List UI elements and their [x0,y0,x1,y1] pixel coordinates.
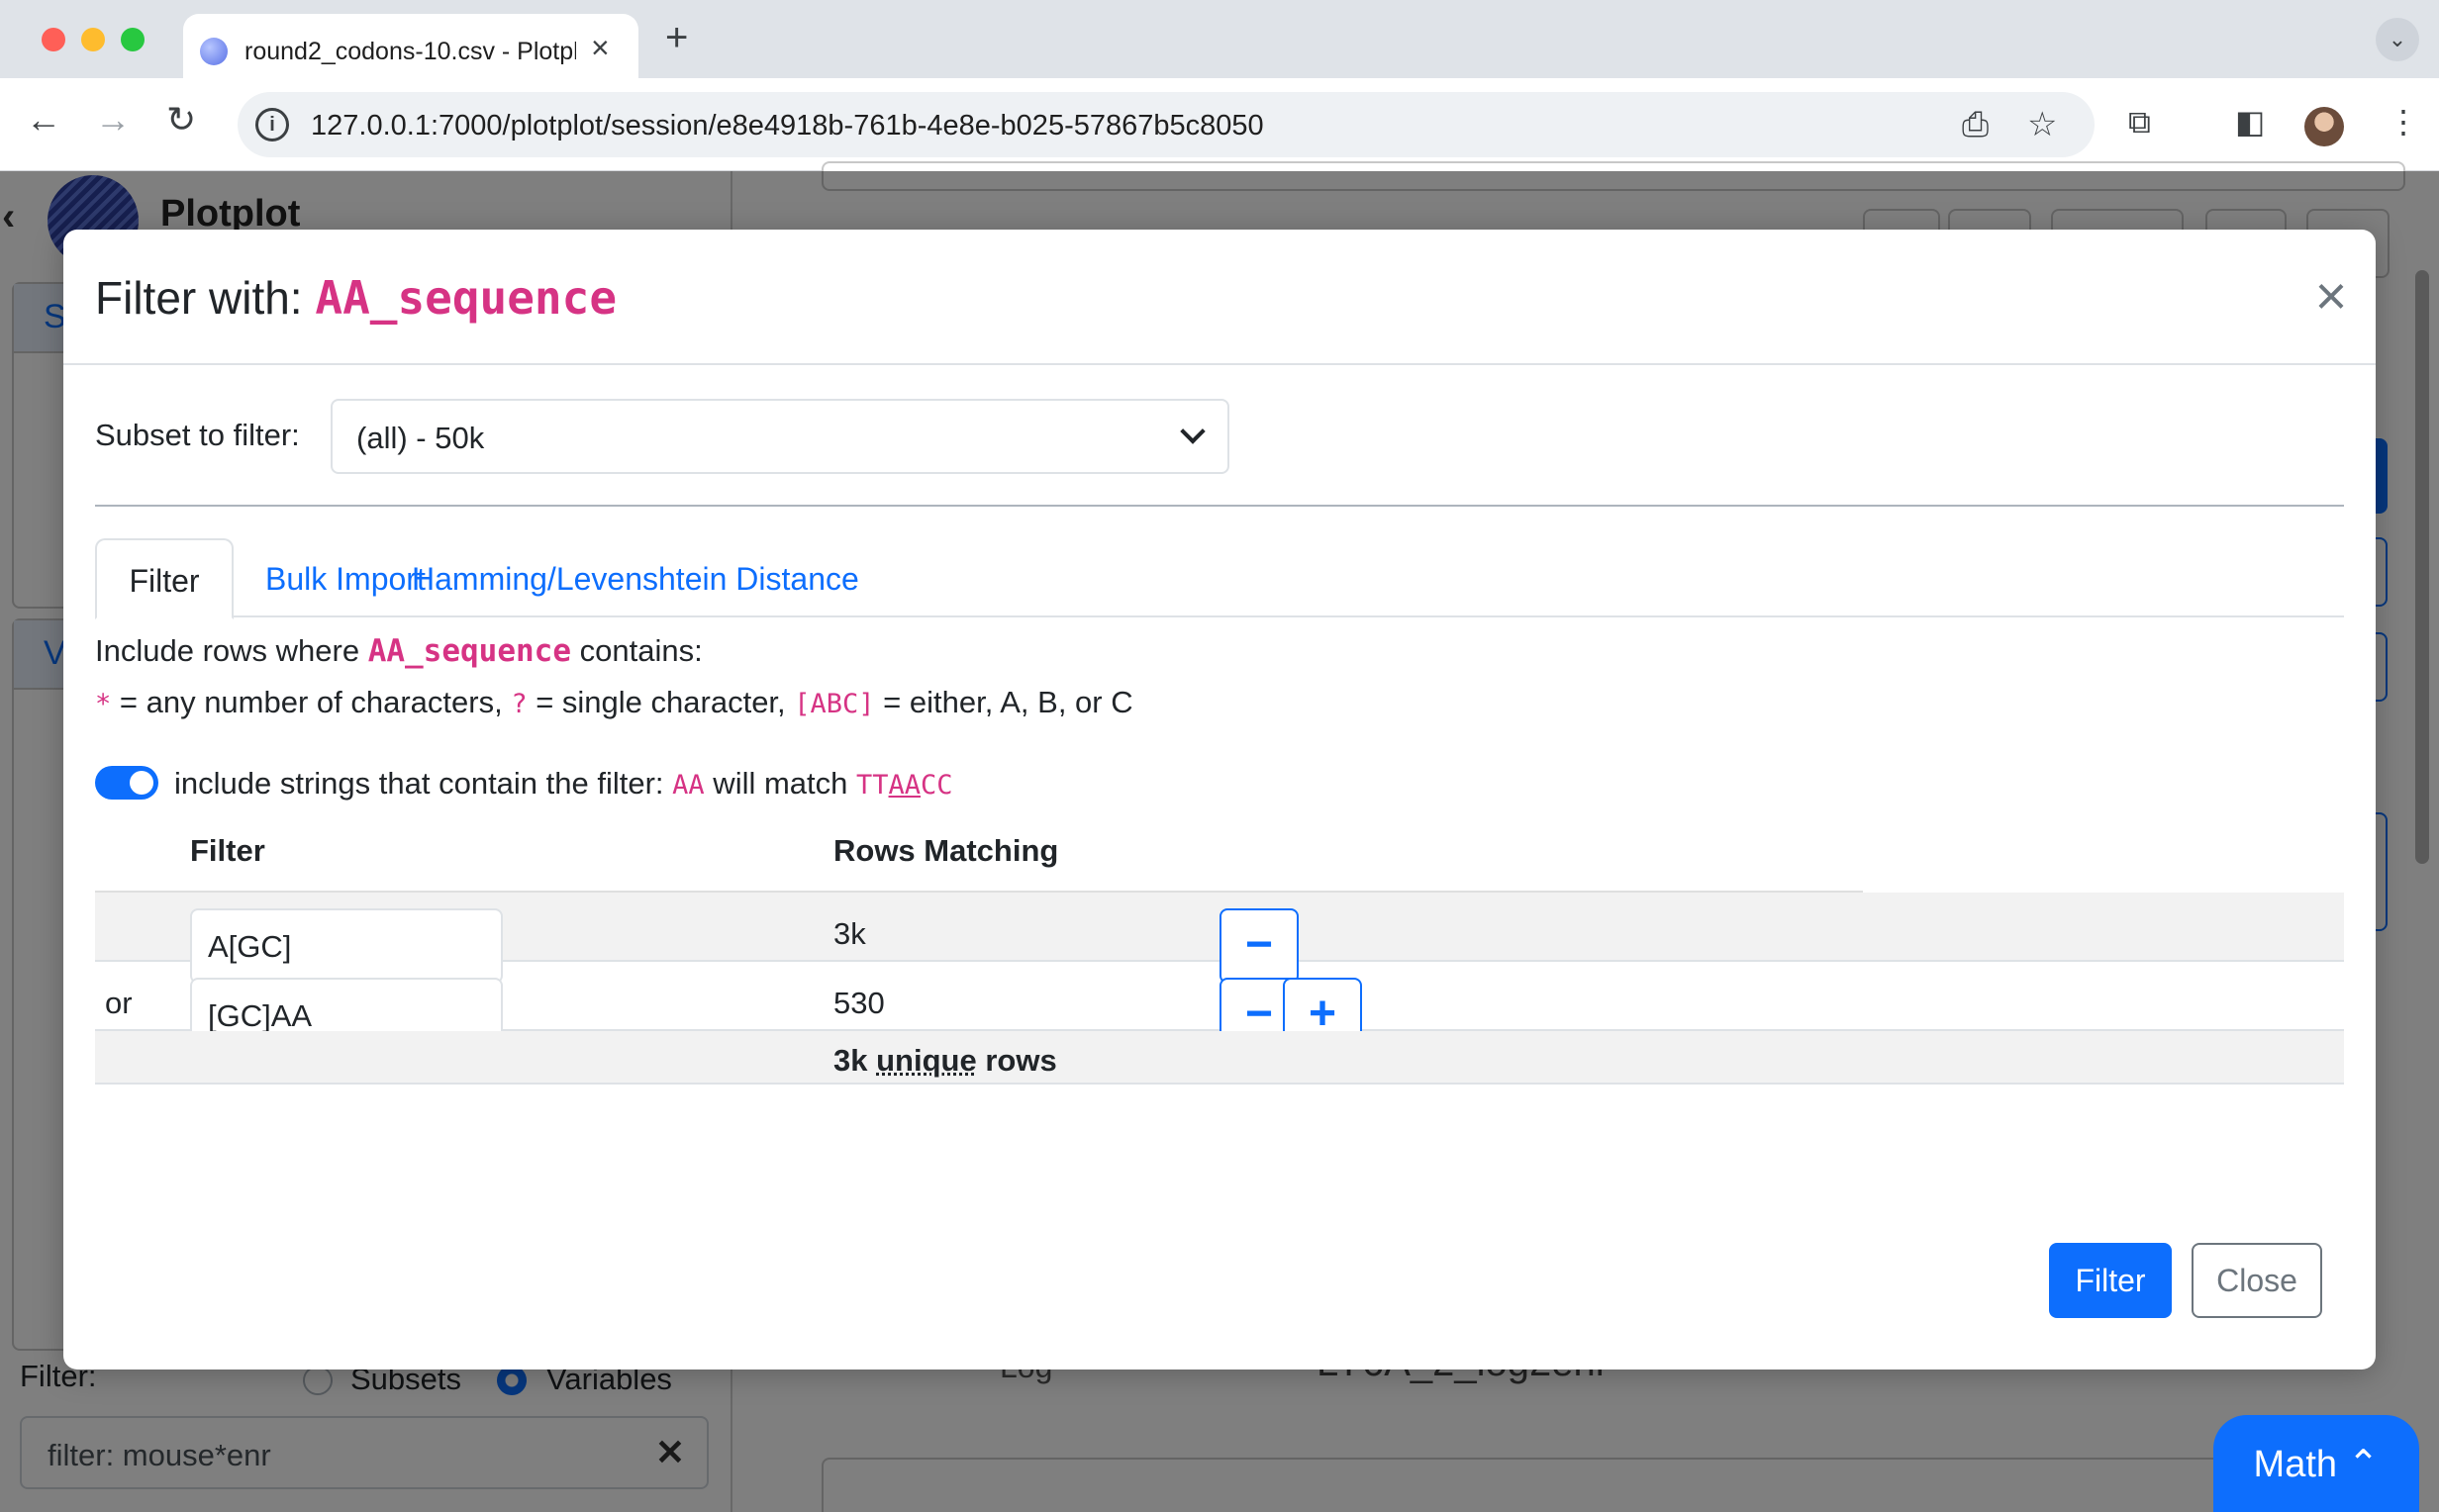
window-close-button[interactable] [42,28,65,51]
unique-rows-total: 3k unique rows [833,1043,1057,1079]
address-bar-url[interactable]: 127.0.0.1:7000/plotplot/session/e8e4918b… [311,110,1264,142]
bookmark-star-icon[interactable]: ☆ [2027,106,2057,143]
wildcard-set: [ABC] [794,689,875,719]
modal-title: Filter with: AA_sequence [95,271,617,325]
filter-input-value: [GC]AA [208,998,313,1033]
apply-filter-button[interactable]: Filter [2049,1243,2172,1318]
profile-avatar[interactable] [2304,107,2344,146]
toggle-knob [130,771,153,795]
wildcard-question-text: = single character, [527,685,795,719]
filter-tabs: Filter Bulk Import Hamming/Levenshtein D… [95,538,2344,619]
substring-toggle[interactable] [95,766,158,800]
browser-tab[interactable]: round2_codons-10.csv - Plotplot × [183,14,638,79]
subset-select[interactable]: (all) - 50k [331,399,1229,474]
filter-input-value: A[GC] [208,929,292,964]
browser-menu-icon[interactable]: ⋮ [2388,102,2419,142]
math-button-label: Math [2253,1444,2338,1485]
column-header-rows-matching: Rows Matching [833,833,1059,868]
description-column: AA_sequence [367,633,571,669]
window-maximize-button[interactable] [121,28,145,51]
install-app-icon[interactable]: ⎙ [1962,106,1989,143]
tab-close-icon[interactable]: × [591,32,610,63]
tab-hamming-levenshtein[interactable]: Hamming/Levenshtein Distance [412,538,859,619]
row-prefix: or [105,986,133,1020]
close-modal-button[interactable]: Close [2192,1243,2322,1318]
subset-select-value: (all) - 50k [356,421,485,455]
toggle-example: AA [672,770,705,801]
total-prefix: 3k [833,1043,877,1078]
column-header-filter: Filter [190,833,265,868]
rows-matching-count: 3k [833,916,866,951]
forward-arrow-icon[interactable]: → [95,100,131,140]
toggle-match-post: CC [921,770,953,801]
address-bar[interactable]: i 127.0.0.1:7000/plotplot/session/e8e491… [238,92,2095,157]
modal-header: Filter with: AA_sequence × [63,230,2376,365]
filter-description: Include rows where AA_sequence contains: [95,633,703,669]
wildcard-set-text: = either, A, B, or C [874,685,1133,719]
math-panel-button[interactable]: Math ⌃ [2213,1415,2419,1512]
new-tab-button[interactable]: + [665,18,688,57]
toggle-middle: will match [704,766,856,801]
total-suffix: rows [976,1043,1057,1078]
toggle-match-highlight: AA [888,770,922,801]
tab-search-chevron-icon[interactable]: ⌄ [2376,18,2419,61]
side-panel-icon[interactable]: ◧ [2235,102,2265,142]
table-total-row: 3k unique rows [95,1031,2344,1085]
toggle-match-pre: TT [856,770,889,801]
unique-tooltip-term[interactable]: unique [876,1043,977,1078]
wildcard-star-text: = any number of characters, [111,685,512,719]
table-row: or [GC]AA 530 − + [95,962,2344,1053]
modal-title-column: AA_sequence [315,271,618,325]
section-divider [95,505,2344,507]
tab-bulk-import[interactable]: Bulk Import [265,538,426,619]
modal-close-icon[interactable]: × [2306,268,2356,324]
back-arrow-icon[interactable]: ← [26,100,61,140]
browser-tab-strip: round2_codons-10.csv - Plotplot × + ⌄ [0,0,2439,79]
site-info-icon[interactable]: i [255,108,289,142]
extensions-puzzle-icon[interactable]: ⧉ [2128,102,2151,142]
window-minimize-button[interactable] [81,28,105,51]
description-prefix: Include rows where [95,633,368,668]
browser-tab-title: round2_codons-10.csv - Plotplot [244,38,576,65]
substring-toggle-label: include strings that contain the filter:… [174,766,953,802]
filter-modal: Filter with: AA_sequence × Subset to fil… [63,230,2376,1370]
wildcard-question: ? [511,689,528,719]
modal-title-prefix: Filter with: [95,272,316,324]
chevron-up-icon: ⌃ [2347,1444,2380,1485]
table-row: A[GC] 3k − [95,893,2344,984]
subset-label: Subset to filter: [95,418,300,452]
description-suffix: contains: [571,633,703,668]
rows-matching-count: 530 [833,986,885,1020]
browser-toolbar: ← → ↻ i 127.0.0.1:7000/plotplot/session/… [0,78,2439,171]
toggle-text: include strings that contain the filter: [174,766,673,801]
reload-icon[interactable]: ↻ [166,100,196,140]
chevron-down-icon [1180,419,1206,444]
tab-filter[interactable]: Filter [95,538,234,619]
wildcard-star: * [95,689,112,719]
wildcard-help: * = any number of characters, ? = single… [95,685,1133,720]
plotplot-favicon-icon [200,38,228,65]
